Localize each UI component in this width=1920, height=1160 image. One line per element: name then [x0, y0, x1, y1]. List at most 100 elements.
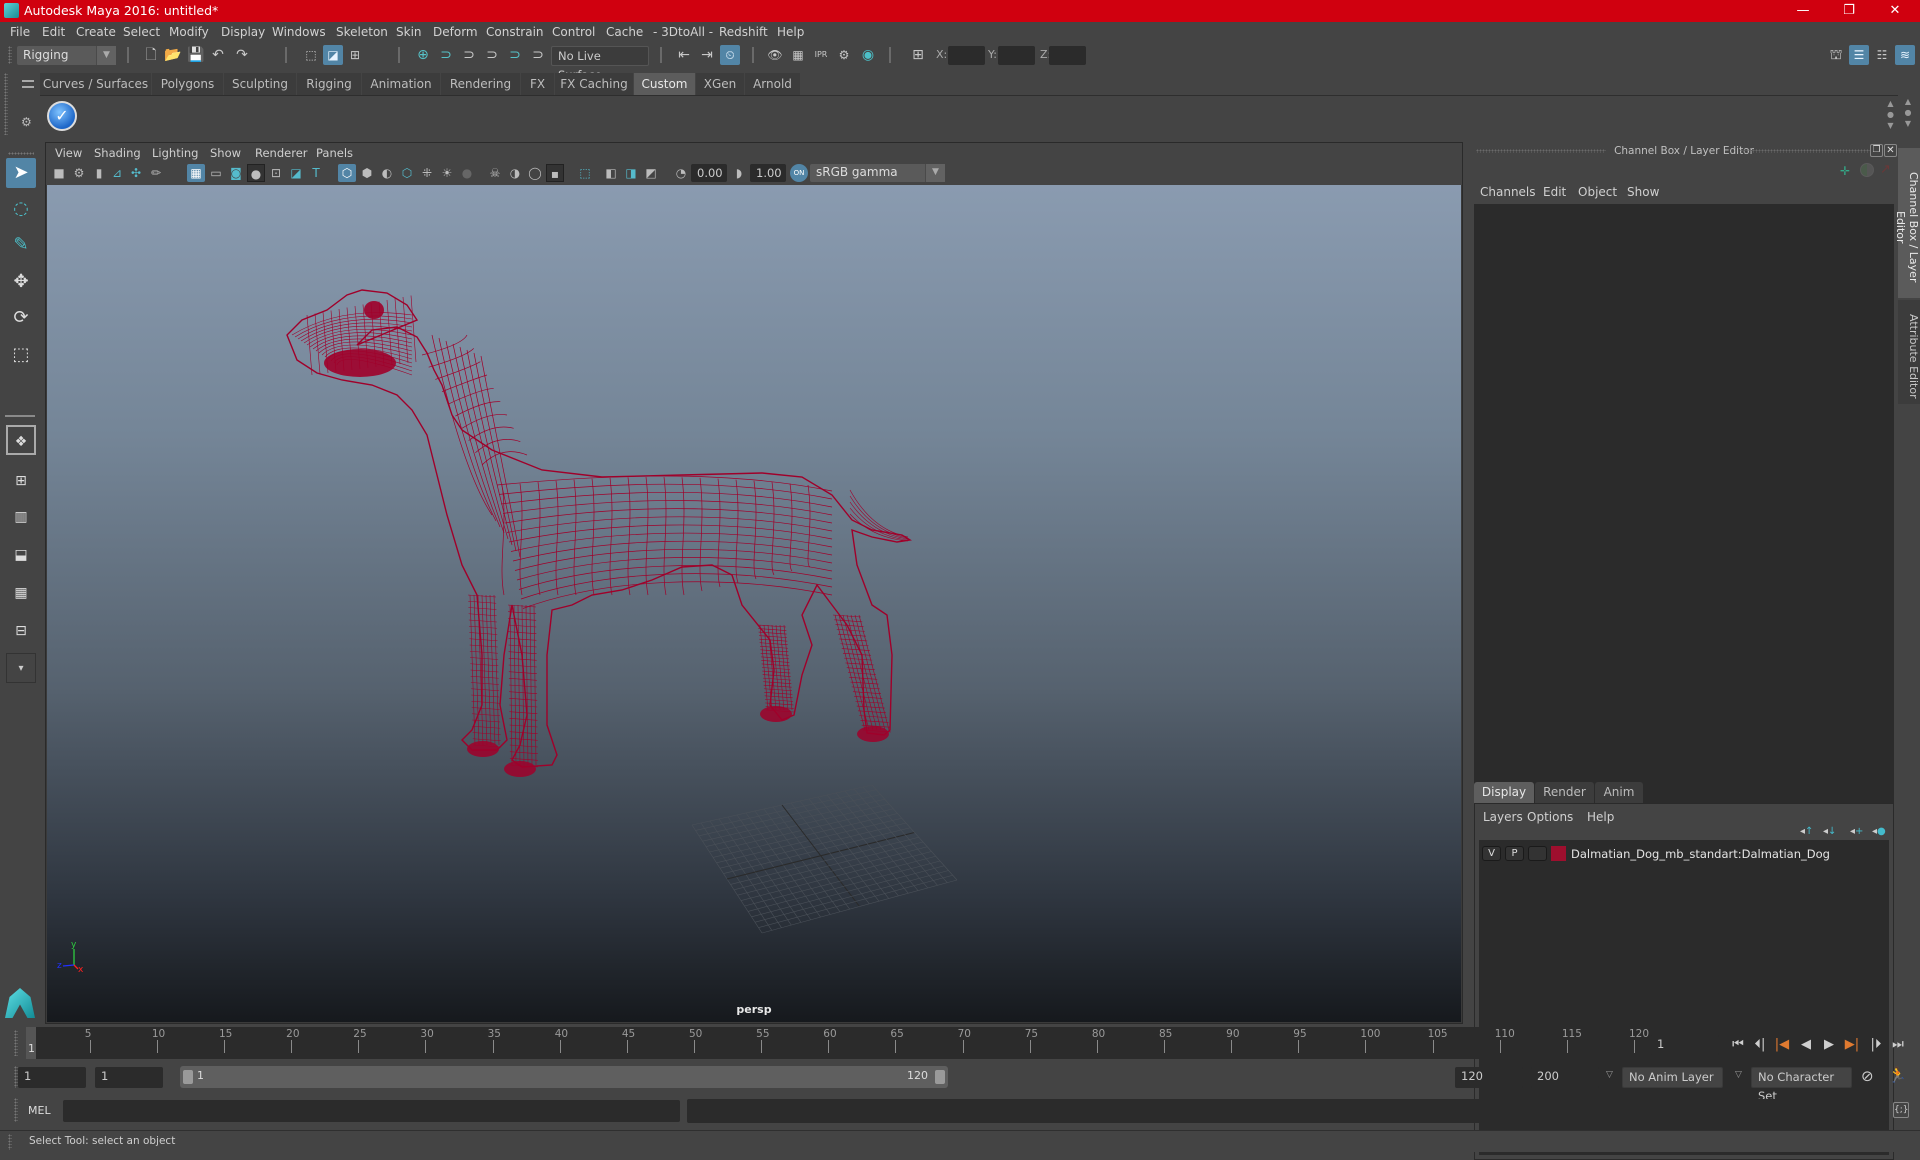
- x-input[interactable]: [948, 46, 985, 65]
- textured-icon[interactable]: ⁜: [418, 164, 436, 182]
- redo-icon[interactable]: ↷: [232, 45, 252, 65]
- toolbar-grip[interactable]: [8, 46, 12, 64]
- motion-blur-icon[interactable]: ◑: [506, 164, 524, 182]
- camera-attributes-icon[interactable]: ⚙: [70, 164, 88, 182]
- channel-box-toggle-icon[interactable]: ≋: [1895, 45, 1915, 65]
- anim-layer-chevron-icon[interactable]: ▽: [1606, 1070, 1613, 1080]
- y-input[interactable]: [998, 46, 1035, 65]
- bookmarks-icon[interactable]: ▮: [90, 164, 108, 182]
- step-back-key-icon[interactable]: |◀: [1772, 1036, 1792, 1054]
- menu-select[interactable]: Select: [123, 25, 160, 39]
- viewport-menu-view[interactable]: View: [55, 146, 82, 160]
- 3d-viewport[interactable]: y z x persp: [47, 185, 1461, 1022]
- close-panel-icon[interactable]: ✕: [1884, 144, 1897, 157]
- exposure-icon[interactable]: ◔: [672, 164, 690, 182]
- tool-settings-toggle-icon[interactable]: ☷: [1872, 45, 1892, 65]
- color-space-dropdown[interactable]: sRGB gamma ▼: [810, 164, 945, 182]
- layer-display-type-toggle[interactable]: [1528, 846, 1547, 861]
- shelf-tab-animation[interactable]: Animation: [362, 73, 441, 95]
- field-chart-icon[interactable]: ⊡: [267, 164, 285, 182]
- channel-object-menu[interactable]: Object: [1578, 185, 1617, 199]
- live-surface-field[interactable]: No Live Surface: [551, 46, 649, 82]
- new-layer-from-selection-icon[interactable]: ◂●: [1872, 826, 1886, 837]
- persp-graph-layout-icon[interactable]: ⬓: [6, 540, 36, 570]
- anti-aliasing-icon[interactable]: ◯: [526, 164, 544, 182]
- manipulator-axes-icon[interactable]: ✛: [1840, 164, 1850, 178]
- viewport-menu-show[interactable]: Show: [210, 146, 241, 160]
- move-layer-down-icon[interactable]: ◂↓: [1823, 826, 1836, 837]
- custom-shelf-checkmark-icon[interactable]: ✓: [47, 101, 77, 131]
- playback-end-input[interactable]: 120: [1455, 1067, 1523, 1088]
- depth-of-field-icon[interactable]: ▪: [546, 164, 564, 182]
- range-slider[interactable]: 1 120: [180, 1066, 948, 1088]
- minimize-button[interactable]: —: [1780, 0, 1826, 22]
- menu-edit[interactable]: Edit: [42, 25, 65, 39]
- character-set-dropdown[interactable]: No Character Set: [1751, 1067, 1852, 1103]
- snap-grid-icon[interactable]: ⊕: [413, 45, 433, 65]
- input-ops-icon[interactable]: ⇤: [674, 45, 694, 65]
- time-slider[interactable]: 1 5 10 15 20 25 30 35 40 45 50 55 60 65 70 75 80 85 90 95 1…: [26, 1027, 1649, 1059]
- step-forward-frame-icon[interactable]: |⏵: [1866, 1036, 1886, 1054]
- render-settings-icon[interactable]: ⚙: [834, 45, 854, 65]
- layer-tab-render[interactable]: Render: [1535, 782, 1594, 803]
- command-input[interactable]: [63, 1100, 680, 1122]
- shelf-scroll-arrows[interactable]: ▲ ● ▼: [1887, 98, 1894, 131]
- rotate-tool-icon[interactable]: ⟳: [6, 303, 36, 333]
- single-perspective-layout-icon[interactable]: ❖: [6, 425, 36, 455]
- use-default-material-icon[interactable]: ◐: [378, 164, 396, 182]
- attribute-editor-toggle-icon[interactable]: ☰: [1849, 45, 1869, 65]
- go-to-start-icon[interactable]: ⏮: [1728, 1036, 1748, 1054]
- menu-3dtoall[interactable]: - 3DtoAll -: [653, 25, 713, 39]
- shelf-tab-curves-surfaces[interactable]: Curves / Surfaces: [40, 73, 152, 95]
- shadows-icon[interactable]: ●: [458, 164, 476, 182]
- render-frame-icon[interactable]: ▦: [788, 45, 808, 65]
- z-input[interactable]: [1049, 46, 1086, 65]
- screen-space-ao-icon[interactable]: ☠: [486, 164, 504, 182]
- layer-options-menu[interactable]: Options: [1527, 810, 1573, 824]
- menu-display[interactable]: Display: [221, 25, 265, 39]
- ipr-render-icon[interactable]: IPR: [811, 45, 831, 65]
- outliner-persp-layout-icon[interactable]: ▥: [6, 502, 36, 532]
- play-forward-icon[interactable]: ▶: [1819, 1036, 1839, 1054]
- layer-playback-toggle[interactable]: P: [1505, 846, 1524, 861]
- select-camera-icon[interactable]: ■: [50, 164, 68, 182]
- restore-button[interactable]: ❐: [1826, 0, 1872, 22]
- shelf-menu-icon[interactable]: [22, 80, 34, 88]
- gamma-input[interactable]: 1.00: [750, 164, 786, 182]
- menu-deform[interactable]: Deform: [433, 25, 478, 39]
- viewport-menu-shading[interactable]: Shading: [94, 146, 141, 160]
- output-ops-icon[interactable]: ⇥: [697, 45, 717, 65]
- layer-name[interactable]: Dalmatian_Dog_mb_standart:Dalmatian_Dog: [1571, 847, 1830, 861]
- wireframe-on-shaded-icon[interactable]: ⬡: [398, 164, 416, 182]
- shelf-tab-rigging[interactable]: Rigging: [297, 73, 362, 95]
- save-scene-icon[interactable]: 💾: [186, 45, 206, 65]
- shelf-tab-fx[interactable]: FX: [521, 73, 555, 95]
- outliner-graph-layout-icon[interactable]: ⊟: [6, 616, 36, 646]
- hyperbolic-toggle-icon[interactable]: ↗: [1880, 162, 1891, 177]
- toolbox-grip[interactable]: [8, 152, 34, 155]
- shelf-grip[interactable]: [4, 73, 8, 135]
- shelf-tab-sculpting[interactable]: Sculpting: [224, 73, 297, 95]
- resolution-gate-icon[interactable]: ◙: [227, 164, 245, 182]
- more-layouts-icon[interactable]: ▾: [6, 653, 36, 683]
- make-live-icon[interactable]: ⊃: [528, 45, 548, 65]
- safe-action-icon[interactable]: ◪: [287, 164, 305, 182]
- panel-drag-grip-right[interactable]: [1740, 149, 1870, 153]
- lasso-tool-icon[interactable]: ◌: [6, 194, 36, 224]
- anim-layer-dropdown[interactable]: No Anim Layer: [1622, 1067, 1723, 1088]
- menu-constrain[interactable]: Constrain: [486, 25, 544, 39]
- xray-icon[interactable]: ◧: [602, 164, 620, 182]
- layer-row[interactable]: V P Dalmatian_Dog_mb_standart:Dalmatian_…: [1479, 840, 1889, 867]
- select-object-icon[interactable]: ◪: [323, 45, 343, 65]
- 2d-pan-zoom-icon[interactable]: ✣: [127, 164, 145, 182]
- select-component-icon[interactable]: ⊞: [345, 45, 365, 65]
- transform-mode-icon[interactable]: ⊞: [908, 45, 928, 65]
- exposure-input[interactable]: 0.00: [691, 164, 727, 182]
- playback-start-input[interactable]: 1: [95, 1067, 163, 1088]
- layers-menu[interactable]: Layers: [1483, 810, 1523, 824]
- animation-preferences-icon[interactable]: 🏃: [1888, 1066, 1907, 1084]
- menu-cache[interactable]: Cache: [606, 25, 643, 39]
- construction-history-icon[interactable]: ⏲: [720, 45, 740, 65]
- step-forward-key-icon[interactable]: ▶|: [1842, 1036, 1862, 1054]
- panel-drag-grip-left[interactable]: [1476, 149, 1606, 153]
